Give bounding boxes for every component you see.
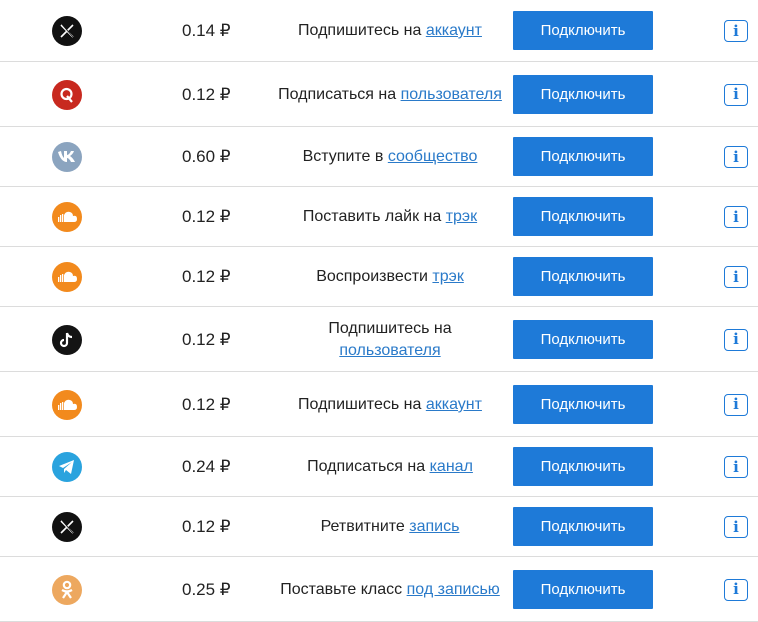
connect-button[interactable]: Подключить [513, 74, 653, 114]
info-glyph: i [733, 395, 739, 413]
price-label: 0.24 ₽ [182, 457, 231, 476]
task-text: Подпишитесь на [298, 396, 426, 413]
info-glyph: i [733, 330, 739, 348]
task-text: Воспроизвести [316, 268, 433, 285]
task-row: 0.12 ₽ Воспроизвести трэк Подключить i [0, 247, 758, 307]
info-glyph: i [733, 267, 739, 286]
info-glyph: i [733, 517, 739, 536]
task-description: Подпишитесь на аккаунт [278, 20, 502, 42]
task-link[interactable]: трэк [432, 268, 463, 285]
tiktok-icon [52, 324, 82, 355]
info-glyph: i [733, 457, 739, 476]
info-glyph: i [733, 85, 739, 103]
task-row: 0.25 ₽ Поставьте класс под записью Подключ… [0, 557, 758, 622]
odnoklassniki-icon [52, 574, 82, 605]
task-text: Подписаться на [278, 86, 401, 103]
soundcloud-icon [52, 389, 82, 420]
task-row: 0.12 ₽ Подпишитесь на аккаунт Подключить i [0, 372, 758, 437]
connect-button[interactable]: Подключить [513, 569, 653, 609]
info-icon[interactable]: i [724, 578, 748, 601]
price-label: 0.25 ₽ [182, 579, 231, 599]
x-twitter-icon [52, 16, 82, 46]
task-description: Поставить лайк на трэк [278, 206, 502, 228]
vk-icon [52, 142, 82, 172]
info-icon[interactable]: i [724, 393, 748, 416]
price-label: 0.12 ₽ [182, 329, 231, 349]
connect-button[interactable]: Подключить [513, 384, 653, 424]
task-description: Подписаться на пользователя [278, 84, 502, 106]
task-row: 0.12 ₽ Подписаться на пользователя Подключ… [0, 62, 758, 127]
task-text: Вступите в [302, 148, 388, 165]
task-row: 0.24 ₽ Подписаться на канал Подключить i [0, 437, 758, 497]
info-glyph: i [733, 207, 739, 226]
task-link[interactable]: трэк [446, 208, 477, 225]
connect-button[interactable]: Подключить [513, 257, 653, 296]
price-label: 0.12 ₽ [182, 517, 231, 536]
task-row: 0.60 ₽ Вступите в сообщество Подключить i [0, 127, 758, 187]
task-row: 0.12 ₽ Ретвитните запись Подключить i [0, 497, 758, 557]
task-description: Вступите в сообщество [278, 146, 502, 168]
task-description: Подпишитесь на аккаунт [278, 394, 502, 416]
task-link[interactable]: под записью [407, 581, 500, 598]
connect-button[interactable]: Подключить [513, 319, 653, 359]
task-description: Поставьте класс под записью [278, 579, 502, 601]
info-glyph: i [733, 147, 739, 166]
task-description: Подпишитесь на пользователя [278, 318, 502, 362]
task-description: Ретвитните запись [278, 516, 502, 538]
quora-icon [52, 79, 82, 110]
task-link[interactable]: сообщество [388, 148, 478, 165]
info-icon[interactable]: i [724, 206, 748, 228]
task-link[interactable]: канал [430, 458, 473, 475]
task-row: 0.12 ₽ Подпишитесь на пользователя Подключ… [0, 307, 758, 372]
telegram-icon [52, 452, 82, 482]
task-link[interactable]: пользователя [401, 86, 502, 103]
task-text: Поставьте класс [280, 581, 407, 598]
task-text: Ретвитните [320, 518, 410, 535]
task-text: Подписаться на [307, 458, 430, 475]
price-label: 0.14 ₽ [182, 21, 231, 40]
info-icon[interactable]: i [724, 146, 748, 168]
task-link[interactable]: пользователя [339, 342, 440, 359]
task-description: Подписаться на канал [278, 456, 502, 478]
task-text: Подпишитесь на [298, 22, 426, 39]
soundcloud-icon [52, 202, 82, 232]
task-description: Воспроизвести трэк [278, 266, 502, 288]
connect-button[interactable]: Подключить [513, 507, 653, 546]
price-label: 0.12 ₽ [182, 394, 231, 414]
info-glyph: i [733, 580, 739, 598]
info-icon[interactable]: i [724, 328, 748, 351]
info-icon[interactable]: i [724, 83, 748, 106]
soundcloud-icon [52, 262, 82, 292]
task-link[interactable]: запись [409, 518, 459, 535]
connect-button[interactable]: Подключить [513, 197, 653, 236]
price-label: 0.60 ₽ [182, 147, 231, 166]
info-icon[interactable]: i [724, 516, 748, 538]
connect-button[interactable]: Подключить [513, 137, 653, 176]
connect-button[interactable]: Подключить [513, 447, 653, 486]
info-glyph: i [733, 21, 739, 40]
task-link[interactable]: аккаунт [426, 396, 482, 413]
task-link[interactable]: аккаунт [426, 22, 482, 39]
task-text: Подпишитесь на [328, 320, 452, 337]
price-label: 0.12 ₽ [182, 84, 231, 104]
price-label: 0.12 ₽ [182, 267, 231, 286]
task-row: 0.12 ₽ Поставить лайк на трэк Подключить i [0, 187, 758, 247]
task-row: 0.14 ₽ Подпишитесь на аккаунт Подключить i [0, 0, 758, 62]
info-icon[interactable]: i [724, 20, 748, 42]
task-list: 0.14 ₽ Подпишитесь на аккаунт Подключить i 0… [0, 0, 758, 622]
connect-button[interactable]: Подключить [513, 11, 653, 50]
info-icon[interactable]: i [724, 266, 748, 288]
info-icon[interactable]: i [724, 456, 748, 478]
price-label: 0.12 ₽ [182, 207, 231, 226]
task-text: Поставить лайк на [302, 208, 446, 225]
x-twitter-icon [52, 512, 82, 542]
